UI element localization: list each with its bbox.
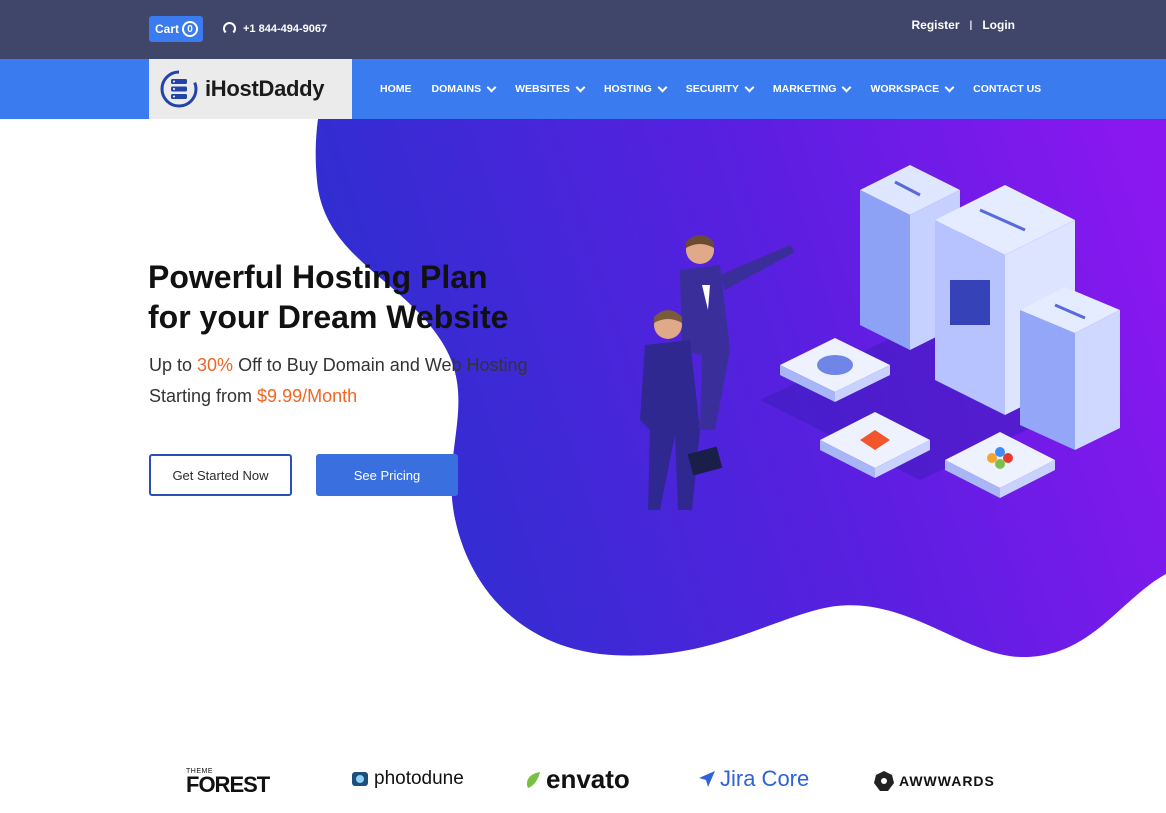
jira-arrow-icon — [699, 771, 715, 787]
offer-text-post: Off to Buy Domain and Web Hosting — [233, 355, 528, 375]
photodune-logo: photodune — [350, 768, 464, 790]
partner-logos: THEME FOREST photodune envato Jira Core — [0, 760, 1166, 810]
chevron-down-icon — [842, 82, 852, 92]
auth-links: Register | Login — [912, 18, 1016, 32]
hero-subtitle: Up to 30% Off to Buy Domain and Web Host… — [149, 350, 619, 412]
chevron-down-icon — [657, 82, 668, 92]
hero-title: Powerful Hosting Plan for your Dream Web… — [148, 257, 628, 337]
photodune-logo-text: photodune — [374, 768, 464, 789]
nav-item-label: WEBSITES — [515, 83, 570, 95]
hero-offer-line: Up to 30% Off to Buy Domain and Web Host… — [149, 350, 619, 381]
phone-contact[interactable]: +1 844-494-9067 — [223, 22, 327, 35]
server-logo-icon — [160, 70, 198, 108]
hero-price-line: Starting from $9.99/Month — [149, 381, 619, 412]
nav-item-hosting[interactable]: HOSTING — [603, 82, 668, 95]
price-highlight: $9.99/Month — [257, 386, 358, 406]
auth-separator: | — [969, 19, 973, 31]
nav-item-label: HOSTING — [603, 83, 652, 95]
nav-item-security[interactable]: SECURITY — [685, 82, 755, 95]
cart-button[interactable]: Cart 0 — [149, 16, 203, 42]
nav-item-label: HOME — [380, 83, 412, 95]
cart-count-badge: 0 — [182, 21, 199, 37]
register-link[interactable]: Register — [912, 18, 960, 32]
chevron-down-icon — [744, 82, 755, 92]
login-link[interactable]: Login — [982, 18, 1015, 32]
chevron-down-icon — [944, 82, 955, 92]
awwwards-badge-icon — [874, 771, 894, 791]
envato-logo: envato — [524, 764, 630, 795]
nav-menu: HOME DOMAINS WEBSITES HOSTING SECURITY MARKET… — [380, 59, 1061, 119]
headset-icon — [223, 22, 236, 35]
nav-item-label: MARKETING — [772, 83, 837, 95]
page: Cart 0 +1 844-494-9067 Register | Login — [0, 0, 1166, 813]
nav-item-websites[interactable]: WEBSITES — [515, 82, 586, 95]
photodune-mark-icon — [352, 772, 368, 786]
discount-highlight: 30% — [197, 355, 234, 375]
get-started-button[interactable]: Get Started Now — [149, 454, 292, 496]
nav-item-workspace[interactable]: WORKSPACE — [870, 82, 955, 95]
servers-illustration — [640, 165, 1120, 510]
top-bar: Cart 0 +1 844-494-9067 Register | Login — [0, 0, 1166, 59]
awwwards-logo: AWWWARDS — [873, 770, 995, 792]
awwwards-logo-text: AWWWARDS — [899, 773, 995, 789]
phone-number: +1 844-494-9067 — [243, 22, 328, 35]
chevron-down-icon — [575, 82, 586, 92]
nav-item-label: WORKSPACE — [870, 83, 940, 95]
cart-label: Cart — [155, 22, 180, 36]
main-navbar: iHostDaddy HOME DOMAINS WEBSITES HOSTING SEC… — [0, 59, 1166, 119]
nav-item-label: SECURITY — [685, 83, 739, 95]
jira-core-logo: Jira Core — [698, 766, 809, 792]
themeforest-logo: THEME FOREST — [186, 768, 270, 797]
nav-item-marketing[interactable]: MARKETING — [772, 82, 852, 95]
price-text-pre: Starting from — [149, 386, 258, 406]
offer-text-pre: Up to — [149, 355, 198, 375]
nav-item-home[interactable]: HOME — [380, 83, 412, 95]
nav-item-label: DOMAINS — [431, 83, 482, 95]
see-pricing-button[interactable]: See Pricing — [316, 454, 458, 496]
brand-name: iHostDaddy — [205, 76, 325, 101]
jira-logo-text: Jira Core — [720, 766, 810, 791]
server-rack-icon — [1020, 287, 1120, 450]
brand-logo[interactable]: iHostDaddy — [149, 59, 352, 119]
hero-title-line2: for your Dream Website — [148, 299, 509, 335]
hero-title-line1: Powerful Hosting Plan — [148, 259, 488, 295]
themeforest-logo-big: FOREST — [186, 772, 270, 797]
nav-item-contact-us[interactable]: CONTACT US — [973, 83, 1041, 95]
nav-item-label: CONTACT US — [973, 83, 1042, 95]
nav-item-domains[interactable]: DOMAINS — [431, 82, 497, 95]
chevron-down-icon — [486, 82, 497, 92]
envato-leaf-icon — [526, 771, 540, 788]
envato-logo-text: envato — [546, 764, 630, 794]
